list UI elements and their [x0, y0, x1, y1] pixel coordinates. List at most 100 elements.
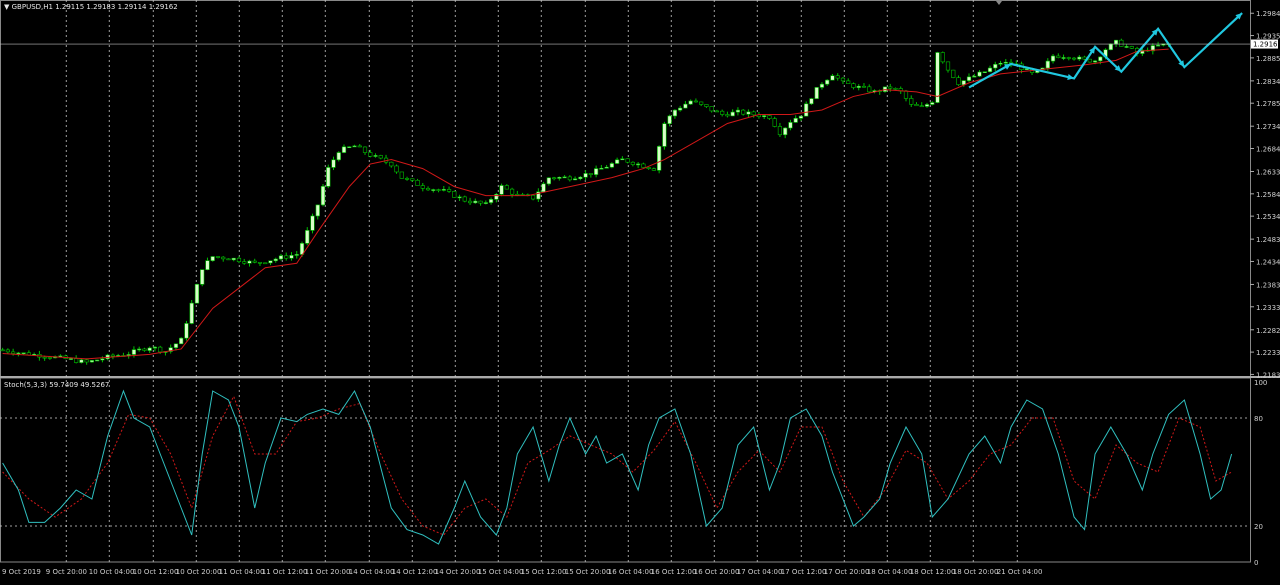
candle-body	[720, 110, 725, 115]
candle-body	[730, 111, 735, 117]
stoch-axis-label: 80	[1254, 415, 1263, 423]
candle-body	[888, 86, 893, 89]
candle-body	[68, 358, 74, 360]
candle-body	[315, 204, 320, 217]
candle-body	[646, 167, 651, 169]
candle-body	[326, 167, 331, 187]
candle-body	[530, 195, 536, 200]
time-axis-label: 15 Oct 12:00	[521, 568, 567, 576]
candle-body	[856, 85, 861, 88]
price-axis-label: 1.29845	[1256, 10, 1280, 18]
candle-body	[357, 145, 362, 148]
trading-chart[interactable]: 9 Oct 2019 9 Oct 20:00 10 Oct 04:00 10 Oct …	[0, 0, 1280, 581]
candle-body	[257, 261, 263, 264]
price-axis-label: 1.24340	[1256, 258, 1280, 266]
price-axis-label: 1.22330	[1256, 349, 1280, 357]
candle-body	[488, 199, 494, 203]
candle-body	[851, 83, 856, 88]
candle-body	[735, 109, 741, 113]
candle-body	[11, 351, 16, 354]
candle-body	[578, 176, 583, 180]
candle-body	[714, 110, 720, 113]
price-axis-label: 1.26845	[1256, 146, 1280, 154]
candle-body	[636, 163, 641, 166]
candle-body	[509, 188, 515, 195]
candle-body	[173, 343, 179, 348]
stoch-axis-label: 0	[1254, 559, 1258, 567]
candle-body	[394, 165, 399, 173]
candle-body	[798, 115, 804, 119]
candle-body	[651, 168, 656, 171]
candle-body	[620, 158, 625, 161]
candle-body	[1050, 55, 1056, 62]
candle-body	[1092, 60, 1098, 63]
time-axis-label: 11 Oct 04:00	[219, 568, 265, 576]
time-axis-label: 10 Oct 04:00	[89, 568, 135, 576]
candle-body	[378, 155, 383, 159]
candle-body	[1113, 39, 1119, 45]
candle-body	[683, 103, 688, 109]
candle-body	[835, 75, 840, 79]
candle-body	[804, 103, 809, 117]
time-axis-label: 18 Oct 20:00	[953, 568, 999, 576]
candle-body	[252, 260, 257, 263]
candle-body	[158, 346, 163, 353]
candle-body	[110, 354, 116, 357]
candle-body	[573, 178, 578, 181]
symbol-label: GBPUSD,H1	[11, 3, 53, 11]
time-axis-label: 14 Oct 12:00	[392, 568, 438, 576]
stoch-main-line	[2, 389, 1233, 545]
candle-body	[457, 196, 462, 199]
time-axis-label: 18 Oct 04:00	[867, 568, 913, 576]
candle-body	[998, 62, 1003, 65]
candle-body	[5, 349, 10, 353]
candle-body	[1098, 56, 1103, 62]
candle-body	[825, 79, 830, 85]
candle-body	[1119, 39, 1124, 47]
candle-body	[1056, 55, 1061, 58]
candle-body	[399, 171, 404, 179]
candle-body	[415, 180, 420, 186]
ohlc-readout: 1.29115 1.29183 1.29114 1.29162	[55, 3, 178, 11]
candle-body	[420, 185, 425, 189]
candle-body	[966, 76, 972, 81]
candle-body	[441, 189, 446, 191]
candle-body	[657, 146, 662, 171]
collapse-triangle-icon[interactable]: ▼	[4, 3, 9, 11]
time-axis-label: 17 Oct 20:00	[824, 568, 870, 576]
candle-body	[410, 178, 415, 181]
candle-body	[987, 67, 993, 73]
candle-body	[42, 356, 47, 359]
time-axis-label: 11 Oct 12:00	[262, 568, 308, 576]
candle-body	[1071, 57, 1077, 60]
stoch-plot-frame	[0, 377, 1251, 563]
candle-body	[1087, 58, 1092, 63]
candle-body	[809, 98, 814, 105]
candle-body	[373, 155, 378, 157]
stoch-axis-label: 100	[1254, 379, 1267, 387]
candle-body	[368, 152, 373, 157]
candle-body	[982, 71, 987, 74]
candle-body	[236, 257, 242, 262]
stoch-header: Stoch(5,3,3) 59.7409 49.5267	[4, 381, 110, 389]
candle-body	[89, 360, 95, 363]
candle-body	[194, 284, 200, 304]
candle-body	[672, 109, 677, 117]
candle-body	[436, 189, 441, 191]
candle-body	[678, 107, 683, 111]
price-axis-label: 1.27340	[1256, 123, 1280, 131]
candle-body	[1077, 56, 1082, 60]
candle-body	[247, 260, 252, 264]
candle-body	[515, 193, 520, 196]
candle-body	[840, 77, 846, 82]
candle-body	[903, 90, 909, 99]
candle-body	[704, 104, 709, 107]
candle-body	[462, 196, 467, 202]
time-axis-label: 11 Oct 20:00	[305, 568, 351, 576]
candle-body	[205, 260, 210, 270]
price-chart-svg[interactable]: 9 Oct 2019 9 Oct 20:00 10 Oct 04:0010 Oct …	[0, 0, 1280, 581]
candle-body	[630, 161, 635, 165]
candle-body	[74, 358, 79, 363]
candle-body	[1155, 44, 1161, 47]
candle-body	[331, 159, 336, 168]
